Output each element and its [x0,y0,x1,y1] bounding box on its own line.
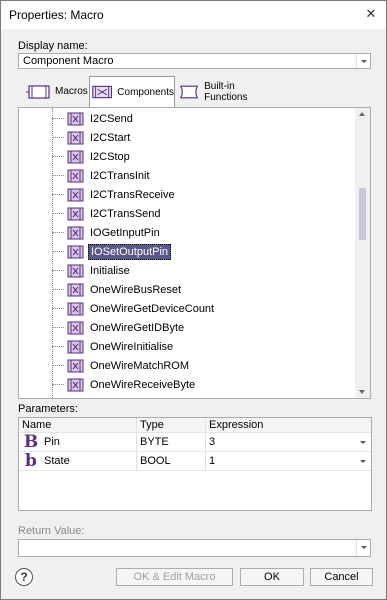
component-macro-icon [67,112,84,125]
tab-built-in-functions[interactable]: Built-in Functions [178,76,278,107]
tree-scrollbar[interactable] [355,108,370,398]
column-header-name: Name [19,418,137,432]
param-expression: 3 [209,436,216,448]
tree-item[interactable]: I2CStart [52,128,132,147]
tree-item-label: OneWireGetDeviceCount [90,302,215,315]
tree-item[interactable]: Initialise [52,261,132,280]
bool-type-icon: b [25,451,37,471]
component-macro-icon [67,340,84,353]
tree-item-label: I2CSend [90,112,133,125]
tab-bar: Macros Components Built-in Functions [18,76,371,107]
macro-icon [26,84,50,99]
component-macro-icon [67,302,84,315]
table-row[interactable]: b State BOOL 1 [19,451,371,471]
close-icon[interactable]: ✕ [362,5,380,23]
tree-item[interactable]: IOGetInputPin [52,223,162,242]
tree-item-selected[interactable]: IOSetOutputPin [52,242,172,261]
tab-components-label: Components [117,86,174,98]
component-macro-icon [67,321,84,334]
tree-item[interactable]: OneWireInitialise [52,337,175,356]
display-name-label: Display name: [18,40,88,52]
component-macro-icon [67,207,84,220]
tab-components[interactable]: Components [89,76,175,107]
help-icon[interactable]: ? [15,568,33,586]
byte-type-icon: B [23,432,39,452]
table-row[interactable]: B Pin BYTE 3 [19,432,371,452]
component-macro-icon [67,359,84,372]
column-header-type: Type [137,418,206,432]
param-expression: 1 [209,455,216,467]
ok-edit-macro-button[interactable]: OK & Edit Macro [116,568,233,586]
param-expression-field[interactable]: 1 [206,452,371,470]
chevron-down-icon[interactable] [357,436,369,448]
tree-item[interactable]: OneWireReceiveByte [52,375,197,394]
param-name: State [44,455,70,467]
function-icon [179,85,199,98]
chevron-down-icon[interactable] [356,54,370,68]
scroll-thumb[interactable] [359,188,366,240]
tree-item-label: OneWireReceiveByte [90,378,196,391]
parameters-label: Parameters: [18,403,78,415]
tree-item-label: I2CTransSend [90,207,161,220]
tree-item[interactable]: OneWireGetDeviceCount [52,299,216,318]
component-macro-icon [67,169,84,182]
tree-item-label: IOGetInputPin [90,226,160,239]
tree-item-label: OneWireGetIDByte [90,321,185,334]
tree-item[interactable]: OneWireBusReset [52,280,183,299]
tab-macros-label: Macros [55,86,88,97]
scroll-up-icon[interactable] [359,112,365,116]
cancel-button[interactable]: Cancel [310,568,373,586]
component-icon [92,85,113,99]
title-bar: Properties: Macro ✕ [1,1,386,29]
properties-dialog: Properties: Macro ✕ Display name: Compon… [0,0,387,600]
component-macro-icon [67,283,84,296]
tree-item-label: OneWireMatchROM [90,359,190,372]
window-title: Properties: Macro [9,8,104,22]
ok-button[interactable]: OK [240,568,304,586]
tree-item-label: I2CStop [90,150,130,163]
tree-item[interactable]: I2CSend [52,109,135,128]
tab-macros[interactable]: Macros [26,76,88,107]
display-name-value: Component Macro [23,55,114,67]
tree-item[interactable]: OneWireMatchROM [52,356,191,375]
param-expression-field[interactable]: 3 [206,433,371,451]
component-macro-icon [67,131,84,144]
parameters-table: Name Type Expression B Pin BYTE 3 b Stat… [18,417,372,511]
tree-item[interactable]: I2CTransSend [52,204,163,223]
param-type: BOOL [137,452,206,470]
tree-item[interactable]: I2CStop [52,147,132,166]
component-macro-icon [67,378,84,391]
return-value-label: Return Value: [18,525,85,537]
tree-item-label: I2CStart [90,131,131,144]
chevron-down-icon[interactable] [357,455,369,467]
column-header-expression: Expression [209,419,264,431]
tree-item-label: OneWireBusReset [90,283,182,296]
component-macro-icon [67,188,84,201]
component-macro-icon [67,245,84,258]
component-tree[interactable]: I2CSend I2CStart I2CStop I2CTransInit I2… [18,107,371,399]
tree-item[interactable]: I2CTransReceive [52,185,177,204]
tree-item-label: IOSetOutputPin [88,243,172,260]
param-name: Pin [44,436,60,448]
component-macro-icon [67,150,84,163]
component-macro-icon [67,264,84,277]
tree-item-label: I2CTransInit [90,169,150,182]
tree-item[interactable]: I2CTransInit [52,166,152,185]
chevron-down-icon[interactable] [356,540,370,556]
tree-item[interactable]: OneWireGetIDByte [52,318,186,337]
scroll-down-icon[interactable] [359,390,365,394]
tab-built-in-functions-label: Built-in Functions [204,80,248,103]
table-header: Name Type Expression [19,418,371,433]
display-name-combo[interactable]: Component Macro [18,53,371,69]
component-macro-icon [67,226,84,239]
return-value-combo[interactable] [18,539,371,557]
tree-item-label: Initialise [90,264,130,277]
tree-item-label: I2CTransReceive [90,188,175,201]
param-type: BYTE [137,433,206,451]
tree-item-label: OneWireInitialise [90,340,174,353]
